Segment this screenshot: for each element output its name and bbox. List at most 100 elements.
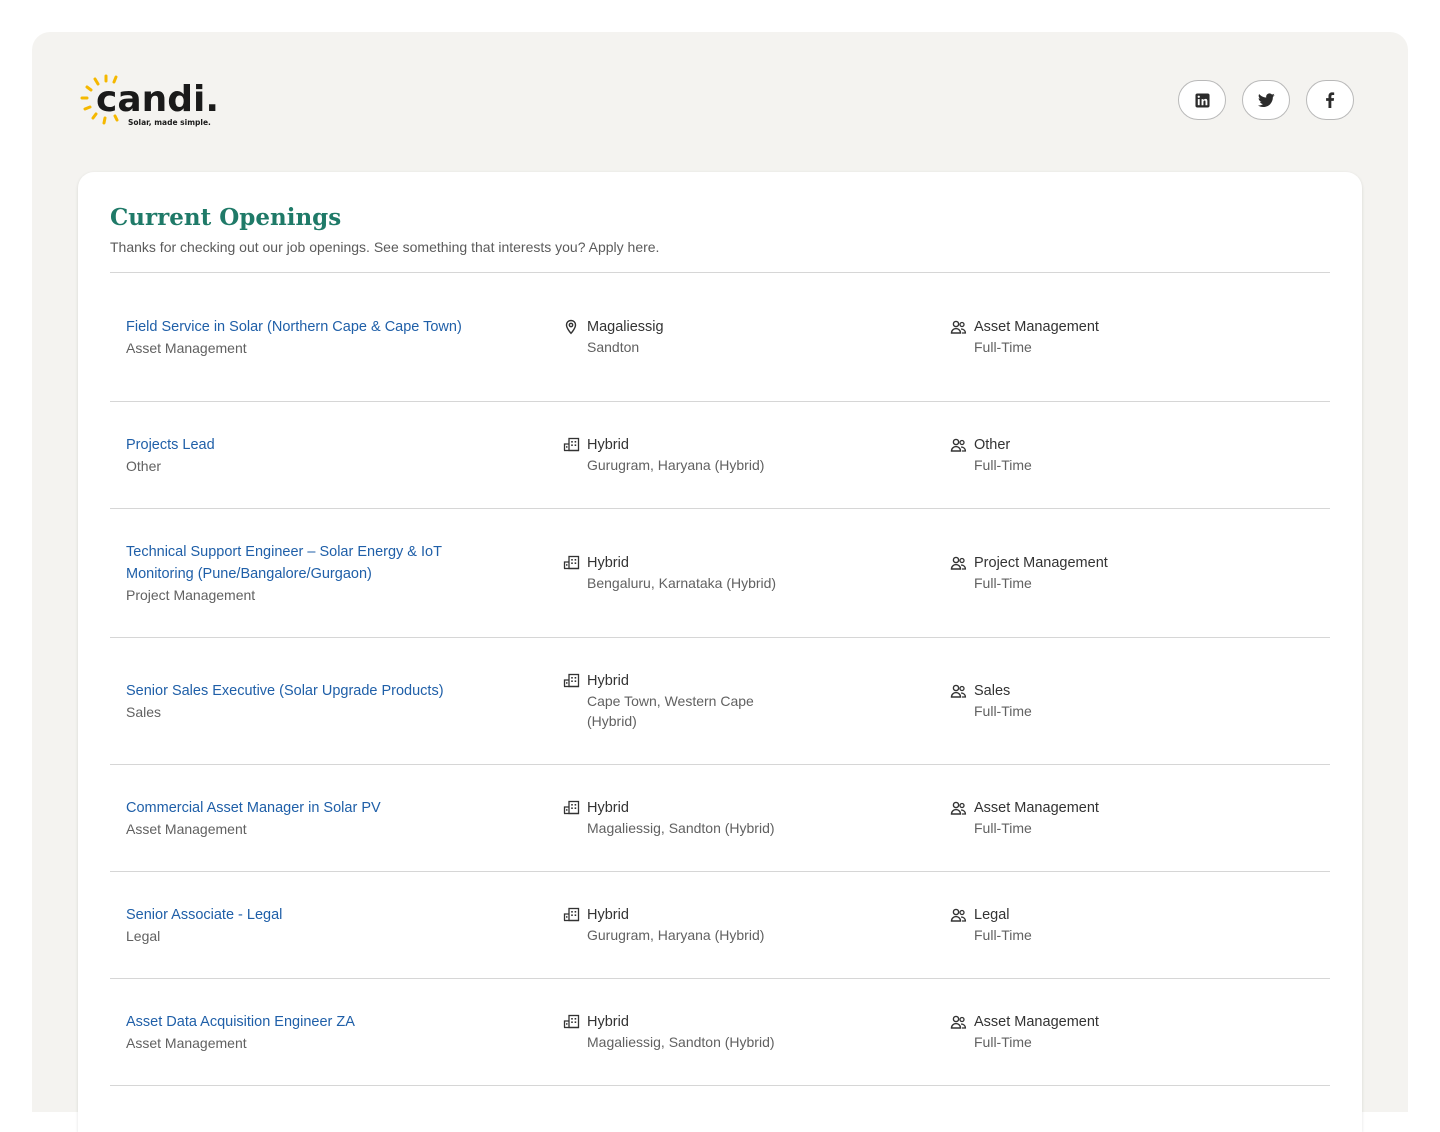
location-secondary: Gurugram, Haryana (Hybrid) (587, 457, 765, 473)
job-row: Field Service in Solar (Northern Cape & … (110, 273, 1330, 402)
job-location: Hybrid Magaliessig, Sandton (Hybrid) (563, 798, 950, 838)
job-department: Asset Management (126, 1035, 247, 1051)
job-title-cell: Asset Data Acquisition Engineer ZA Asset… (126, 1011, 563, 1053)
location-primary: Hybrid (587, 907, 629, 923)
location-secondary: Gurugram, Haryana (Hybrid) (587, 927, 765, 943)
job-department: Project Management (126, 587, 256, 603)
job-title-link[interactable]: Senior Associate - Legal (126, 904, 481, 926)
twitter-icon (1257, 92, 1275, 107)
job-department: Sales (126, 704, 162, 720)
location-secondary: Bengaluru, Karnataka (Hybrid) (587, 575, 777, 591)
job-team: Project Management Full-Time (950, 553, 1314, 593)
logo-graphic: candi. Solar, made simple. (80, 74, 219, 127)
job-title-link[interactable]: Senior Sales Executive (Solar Upgrade Pr… (126, 680, 506, 702)
job-title-cell: Projects Lead Other (126, 434, 563, 476)
job-team-name: Asset Management (974, 800, 1099, 816)
location-secondary: Magaliessig, Sandton (Hybrid) (587, 1034, 775, 1050)
job-title-cell: Technical Support Engineer – Solar Energ… (126, 541, 563, 605)
building-icon (563, 905, 587, 922)
job-team: Legal Full-Time (950, 905, 1314, 945)
twitter-button[interactable] (1242, 80, 1290, 120)
job-row: Projects Lead Other Hybrid Gurugram, Har… (110, 402, 1330, 509)
location-primary: Hybrid (587, 673, 629, 689)
facebook-button[interactable] (1306, 80, 1354, 120)
job-location: Hybrid Gurugram, Haryana (Hybrid) (563, 435, 950, 475)
job-type: Full-Time (974, 703, 1032, 719)
job-team: Other Full-Time (950, 435, 1314, 475)
job-title-link[interactable]: Technical Support Engineer – Solar Energ… (126, 541, 481, 585)
location-secondary: Sandton (587, 339, 640, 355)
building-icon (563, 671, 587, 688)
job-location: Hybrid Cape Town, Western Cape (Hybrid) (563, 671, 950, 731)
location-primary: Hybrid (587, 555, 629, 571)
job-row: Asset Data Acquisition Engineer ZA Asset… (110, 979, 1330, 1086)
job-team: Sales Full-Time (950, 681, 1314, 721)
location-secondary: Cape Town, Western Cape (Hybrid) (587, 693, 754, 729)
building-icon (563, 553, 587, 570)
job-team-name: Asset Management (974, 1014, 1099, 1030)
social-links (1178, 80, 1354, 120)
location-primary: Hybrid (587, 800, 629, 816)
job-list: Field Service in Solar (Northern Cape & … (110, 272, 1330, 1086)
team-icon (950, 681, 974, 699)
job-location: Hybrid Magaliessig, Sandton (Hybrid) (563, 1012, 950, 1052)
building-icon (563, 1012, 587, 1029)
page-container: candi. Solar, made simple. Current Openi… (32, 32, 1408, 1132)
team-icon (950, 317, 974, 335)
job-type: Full-Time (974, 820, 1032, 836)
job-team-name: Legal (974, 907, 1010, 923)
job-title-cell: Senior Sales Executive (Solar Upgrade Pr… (126, 680, 563, 722)
job-team-name: Sales (974, 683, 1011, 699)
job-row: Commercial Asset Manager in Solar PV Ass… (110, 765, 1330, 872)
job-type: Full-Time (974, 927, 1032, 943)
candi-logo[interactable]: candi. Solar, made simple. (80, 72, 230, 134)
team-icon (950, 435, 974, 453)
job-type: Full-Time (974, 339, 1032, 355)
job-team: Asset Management Full-Time (950, 317, 1314, 357)
job-title-cell: Commercial Asset Manager in Solar PV Ass… (126, 797, 563, 839)
job-team-name: Project Management (974, 555, 1108, 571)
job-row: Senior Associate - Legal Legal Hybrid Gu… (110, 872, 1330, 979)
job-location: Hybrid Gurugram, Haryana (Hybrid) (563, 905, 950, 945)
page-title: Current Openings (110, 204, 342, 231)
map-pin-icon (563, 317, 587, 335)
openings-card: Current Openings Thanks for checking out… (78, 172, 1362, 1132)
job-title-cell: Senior Associate - Legal Legal (126, 904, 563, 946)
logo-wordmark: candi. (96, 79, 219, 120)
job-team: Asset Management Full-Time (950, 798, 1314, 838)
job-type: Full-Time (974, 1034, 1032, 1050)
job-title-link[interactable]: Commercial Asset Manager in Solar PV (126, 797, 481, 819)
page-subtitle: Thanks for checking out our job openings… (110, 239, 660, 255)
job-department: Legal (126, 928, 161, 944)
linkedin-button[interactable] (1178, 80, 1226, 120)
team-icon (950, 1012, 974, 1030)
job-title-cell: Field Service in Solar (Northern Cape & … (126, 316, 563, 358)
job-location: Magaliessig Sandton (563, 317, 950, 357)
job-department: Asset Management (126, 340, 247, 356)
location-primary: Hybrid (587, 437, 629, 453)
linkedin-icon (1194, 92, 1210, 108)
building-icon (563, 798, 587, 815)
team-icon (950, 798, 974, 816)
logo-tagline: Solar, made simple. (128, 118, 211, 127)
job-title-link[interactable]: Asset Data Acquisition Engineer ZA (126, 1011, 481, 1033)
location-secondary: Magaliessig, Sandton (Hybrid) (587, 820, 775, 836)
location-primary: Hybrid (587, 1014, 629, 1030)
team-icon (950, 553, 974, 571)
job-title-link[interactable]: Projects Lead (126, 434, 481, 456)
facebook-icon (1326, 92, 1335, 108)
job-row: Senior Sales Executive (Solar Upgrade Pr… (110, 638, 1330, 765)
job-row: Technical Support Engineer – Solar Energ… (110, 509, 1330, 638)
job-team-name: Asset Management (974, 319, 1099, 335)
job-department: Other (126, 458, 162, 474)
job-team: Asset Management Full-Time (950, 1012, 1314, 1052)
building-icon (563, 435, 587, 452)
job-department: Asset Management (126, 821, 247, 837)
team-icon (950, 905, 974, 923)
job-team-name: Other (974, 437, 1011, 453)
job-title-link[interactable]: Field Service in Solar (Northern Cape & … (126, 316, 481, 338)
location-primary: Magaliessig (587, 319, 664, 335)
job-location: Hybrid Bengaluru, Karnataka (Hybrid) (563, 553, 950, 593)
job-type: Full-Time (974, 457, 1032, 473)
job-type: Full-Time (974, 575, 1032, 591)
